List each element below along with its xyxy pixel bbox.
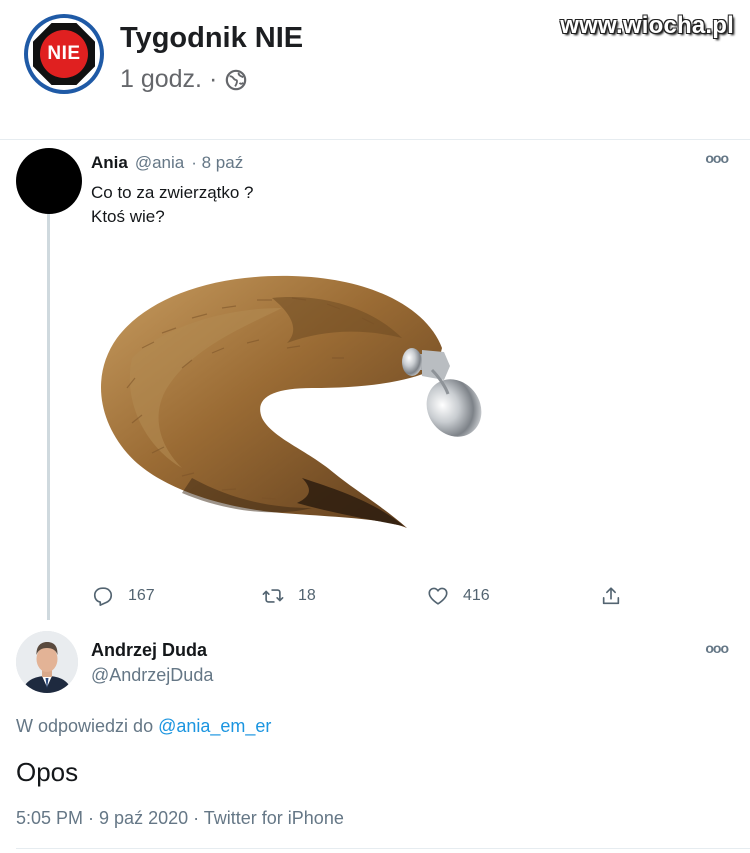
- logo-text: NIE: [40, 30, 88, 78]
- fox-tail-image: [100, 275, 482, 528]
- tweet2-author-name[interactable]: Andrzej Duda: [91, 640, 207, 661]
- tweet2-more-icon[interactable]: ooo: [705, 640, 729, 656]
- tweet1-more-icon[interactable]: ooo: [705, 150, 729, 166]
- globe-icon: [226, 69, 247, 90]
- reply-count: 167: [128, 587, 155, 604]
- heart-icon: [428, 587, 448, 605]
- share-icon: [602, 587, 620, 605]
- watermark: www.wiocha.pl: [560, 12, 734, 39]
- tweet1-text: Co to za zwierzątko ? Ktoś wie?: [91, 181, 254, 229]
- avatar-ania[interactable]: [16, 148, 82, 214]
- replying-to: W odpowiedzi do @ania_em_er: [16, 716, 271, 737]
- post-time[interactable]: 1 godz. ·: [120, 65, 217, 94]
- tweet1-media-image[interactable]: [72, 238, 512, 572]
- post-meta: 1 godz. ·: [120, 65, 247, 94]
- like-count: 416: [463, 587, 490, 604]
- replying-handle-link[interactable]: @ania_em_er: [158, 716, 271, 736]
- like-button[interactable]: 416: [427, 583, 490, 609]
- retweet-button[interactable]: 18: [262, 583, 316, 609]
- facebook-post-header: NIE Tygodnik NIE 1 godz. · www.wiocha.pl: [0, 0, 750, 140]
- reply-button[interactable]: 167: [92, 583, 155, 609]
- avatar-andrzej-duda[interactable]: [16, 631, 78, 693]
- replying-prefix: W odpowiedzi do: [16, 716, 154, 736]
- thread-line: [47, 214, 50, 620]
- page-avatar-logo[interactable]: NIE: [24, 14, 104, 94]
- page-name[interactable]: Tygodnik NIE: [120, 22, 303, 55]
- tweet1-author-handle[interactable]: @ania: [135, 153, 184, 173]
- tweet2-author-handle[interactable]: @AndrzejDuda: [91, 665, 213, 686]
- portrait-image: [16, 631, 78, 693]
- tweet1-text-line: Ktoś wie?: [91, 207, 165, 226]
- share-button[interactable]: [600, 583, 622, 609]
- divider: [0, 139, 750, 140]
- tweet1-header: Ania @ania · 8 paź: [91, 153, 243, 173]
- reply-icon: [93, 587, 113, 606]
- logo-octagon: NIE: [33, 23, 95, 85]
- logo-ring: NIE: [28, 18, 100, 90]
- tweet2-meta[interactable]: 5:05 PM · 9 paź 2020 · Twitter for iPhon…: [16, 808, 344, 829]
- retweet-count: 18: [298, 587, 316, 604]
- tweet1-text-line: Co to za zwierzątko ?: [91, 183, 254, 202]
- tweet2-text: Opos: [16, 757, 79, 787]
- tweet1-author-name[interactable]: Ania: [91, 153, 128, 173]
- divider: [16, 848, 750, 849]
- tweet1-date[interactable]: · 8 paź: [191, 153, 243, 173]
- retweet-icon: [262, 589, 284, 603]
